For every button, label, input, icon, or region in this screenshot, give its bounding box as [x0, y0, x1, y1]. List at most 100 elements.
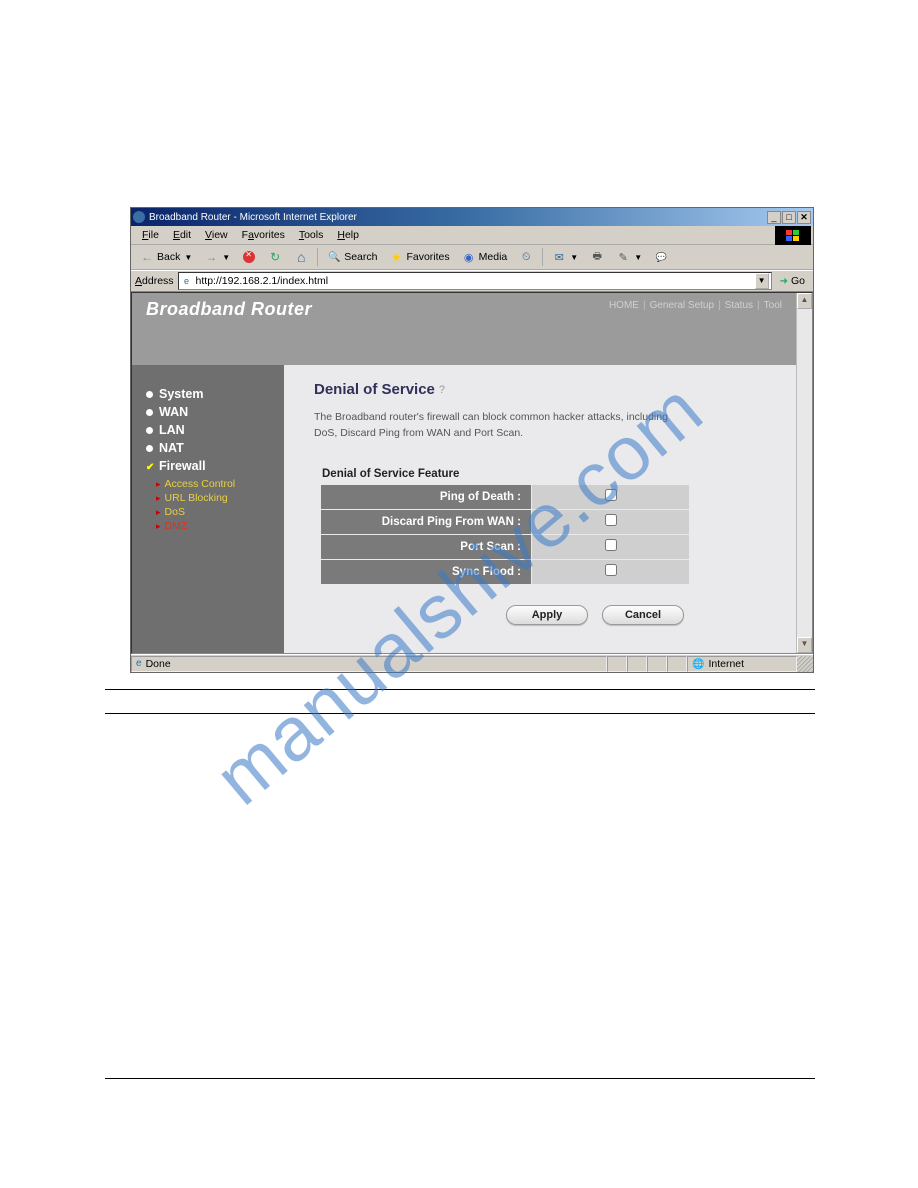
edit-icon [616, 250, 630, 264]
home-icon [294, 250, 308, 264]
address-label: Address [135, 275, 174, 287]
main-panel: Denial of Service ? The Broadband router… [284, 365, 796, 653]
sidebar-sub-dos[interactable]: DoS [156, 505, 274, 519]
mail-icon [552, 250, 566, 264]
sidebar: System WAN LAN NAT Firewall Access Contr… [132, 365, 284, 653]
feature-heading: Denial of Service Feature [322, 468, 776, 480]
search-icon [327, 250, 341, 264]
home-button[interactable] [289, 247, 313, 267]
maximize-button[interactable]: □ [782, 211, 796, 224]
media-icon [462, 250, 476, 264]
history-icon [519, 250, 533, 264]
page-title: Denial of Service ? [314, 381, 776, 398]
nav-tool[interactable]: Tool [764, 300, 782, 311]
bullet-icon [156, 492, 161, 504]
menu-help[interactable]: Help [330, 227, 366, 243]
feature-label: Ping of Death : [321, 485, 531, 509]
doc-divider-1 [105, 689, 815, 690]
history-button[interactable] [514, 247, 538, 267]
vertical-scrollbar[interactable]: ▲ ▼ [796, 293, 812, 653]
status-cell [627, 656, 647, 672]
close-button[interactable]: ✕ [797, 211, 811, 224]
page-description: The Broadband router's firewall can bloc… [314, 410, 694, 442]
bullet-icon [156, 478, 161, 490]
sidebar-item-system[interactable]: System [146, 385, 274, 403]
edit-button[interactable]: ▼ [611, 247, 647, 267]
address-input[interactable] [196, 275, 752, 287]
sidebar-item-wan[interactable]: WAN [146, 403, 274, 421]
media-button[interactable]: Media [457, 247, 513, 267]
ie-icon [133, 211, 145, 223]
stop-button[interactable] [237, 247, 261, 267]
help-icon[interactable]: ? [439, 384, 445, 396]
table-row: Port Scan : [321, 535, 689, 559]
refresh-button[interactable] [263, 247, 287, 267]
menu-view[interactable]: View [198, 227, 235, 243]
status-bar: e Done Internet [131, 654, 813, 672]
scroll-down-button[interactable]: ▼ [797, 637, 812, 653]
scroll-track[interactable] [797, 309, 812, 637]
sidebar-item-nat[interactable]: NAT [146, 439, 274, 457]
content-area: Broadband Router HOME | General Setup | … [131, 292, 813, 654]
cancel-button[interactable]: Cancel [602, 605, 684, 625]
go-arrow-icon [780, 275, 788, 287]
apply-button[interactable]: Apply [506, 605, 588, 625]
port-scan-checkbox[interactable] [605, 539, 617, 551]
sidebar-sub-url-blocking[interactable]: URL Blocking [156, 491, 274, 505]
doc-divider-2 [105, 713, 815, 714]
router-nav: HOME | General Setup | Status | Tool [609, 300, 782, 311]
resize-grip[interactable] [797, 656, 813, 672]
window-title: Broadband Router - Microsoft Internet Ex… [149, 212, 357, 223]
forward-button[interactable]: ▼ [199, 247, 235, 267]
menu-edit[interactable]: Edit [166, 227, 198, 243]
forward-arrow-icon [204, 250, 218, 264]
table-row: Sync Flood : [321, 560, 689, 584]
refresh-icon [268, 250, 282, 264]
sidebar-sub-access-control[interactable]: Access Control [156, 477, 274, 491]
ie-window: Broadband Router - Microsoft Internet Ex… [130, 207, 814, 673]
title-bar: Broadband Router - Microsoft Internet Ex… [131, 208, 813, 226]
nav-home[interactable]: HOME [609, 300, 639, 311]
minimize-button[interactable]: _ [767, 211, 781, 224]
menu-tools[interactable]: Tools [292, 227, 331, 243]
router-header: Broadband Router HOME | General Setup | … [132, 293, 796, 365]
status-cell [667, 656, 687, 672]
favorites-button[interactable]: Favorites [384, 247, 454, 267]
mail-button[interactable]: ▼ [547, 247, 583, 267]
sync-flood-checkbox[interactable] [605, 564, 617, 576]
bullet-icon [156, 506, 161, 518]
address-dropdown[interactable]: ▼ [755, 273, 769, 289]
toolbar: Back▼ ▼ Search Favorites Media ▼ ▼ [131, 245, 813, 270]
status-text: Done [146, 658, 171, 670]
favorites-icon [389, 250, 403, 264]
scroll-up-button[interactable]: ▲ [797, 293, 812, 309]
menu-bar: File Edit View Favorites Tools Help [131, 226, 813, 245]
stop-icon [243, 251, 255, 263]
sidebar-item-lan[interactable]: LAN [146, 421, 274, 439]
discard-ping-checkbox[interactable] [605, 514, 617, 526]
menu-file[interactable]: File [135, 227, 166, 243]
discuss-button[interactable] [649, 247, 673, 267]
sidebar-sub-dmz[interactable]: DMZ [156, 519, 274, 533]
table-row: Ping of Death : [321, 485, 689, 509]
nav-status[interactable]: Status [725, 300, 753, 311]
status-cell [647, 656, 667, 672]
search-button[interactable]: Search [322, 247, 382, 267]
go-button[interactable]: Go [776, 275, 809, 287]
discuss-icon [654, 250, 668, 264]
feature-label: Discard Ping From WAN : [321, 510, 531, 534]
ping-of-death-checkbox[interactable] [605, 489, 617, 501]
page-icon: e [181, 275, 193, 287]
nav-setup[interactable]: General Setup [650, 300, 715, 311]
sidebar-item-firewall[interactable]: Firewall [146, 457, 274, 475]
back-button[interactable]: Back▼ [135, 247, 197, 267]
globe-icon [692, 658, 704, 670]
router-brand: Broadband Router [146, 299, 312, 320]
status-cell [607, 656, 627, 672]
feature-label: Port Scan : [321, 535, 531, 559]
address-bar: Address e ▼ Go [131, 270, 813, 292]
menu-favorites[interactable]: Favorites [235, 227, 292, 243]
security-zone: Internet [687, 656, 797, 672]
print-button[interactable] [585, 247, 609, 267]
address-input-wrap: e ▼ [178, 272, 772, 290]
